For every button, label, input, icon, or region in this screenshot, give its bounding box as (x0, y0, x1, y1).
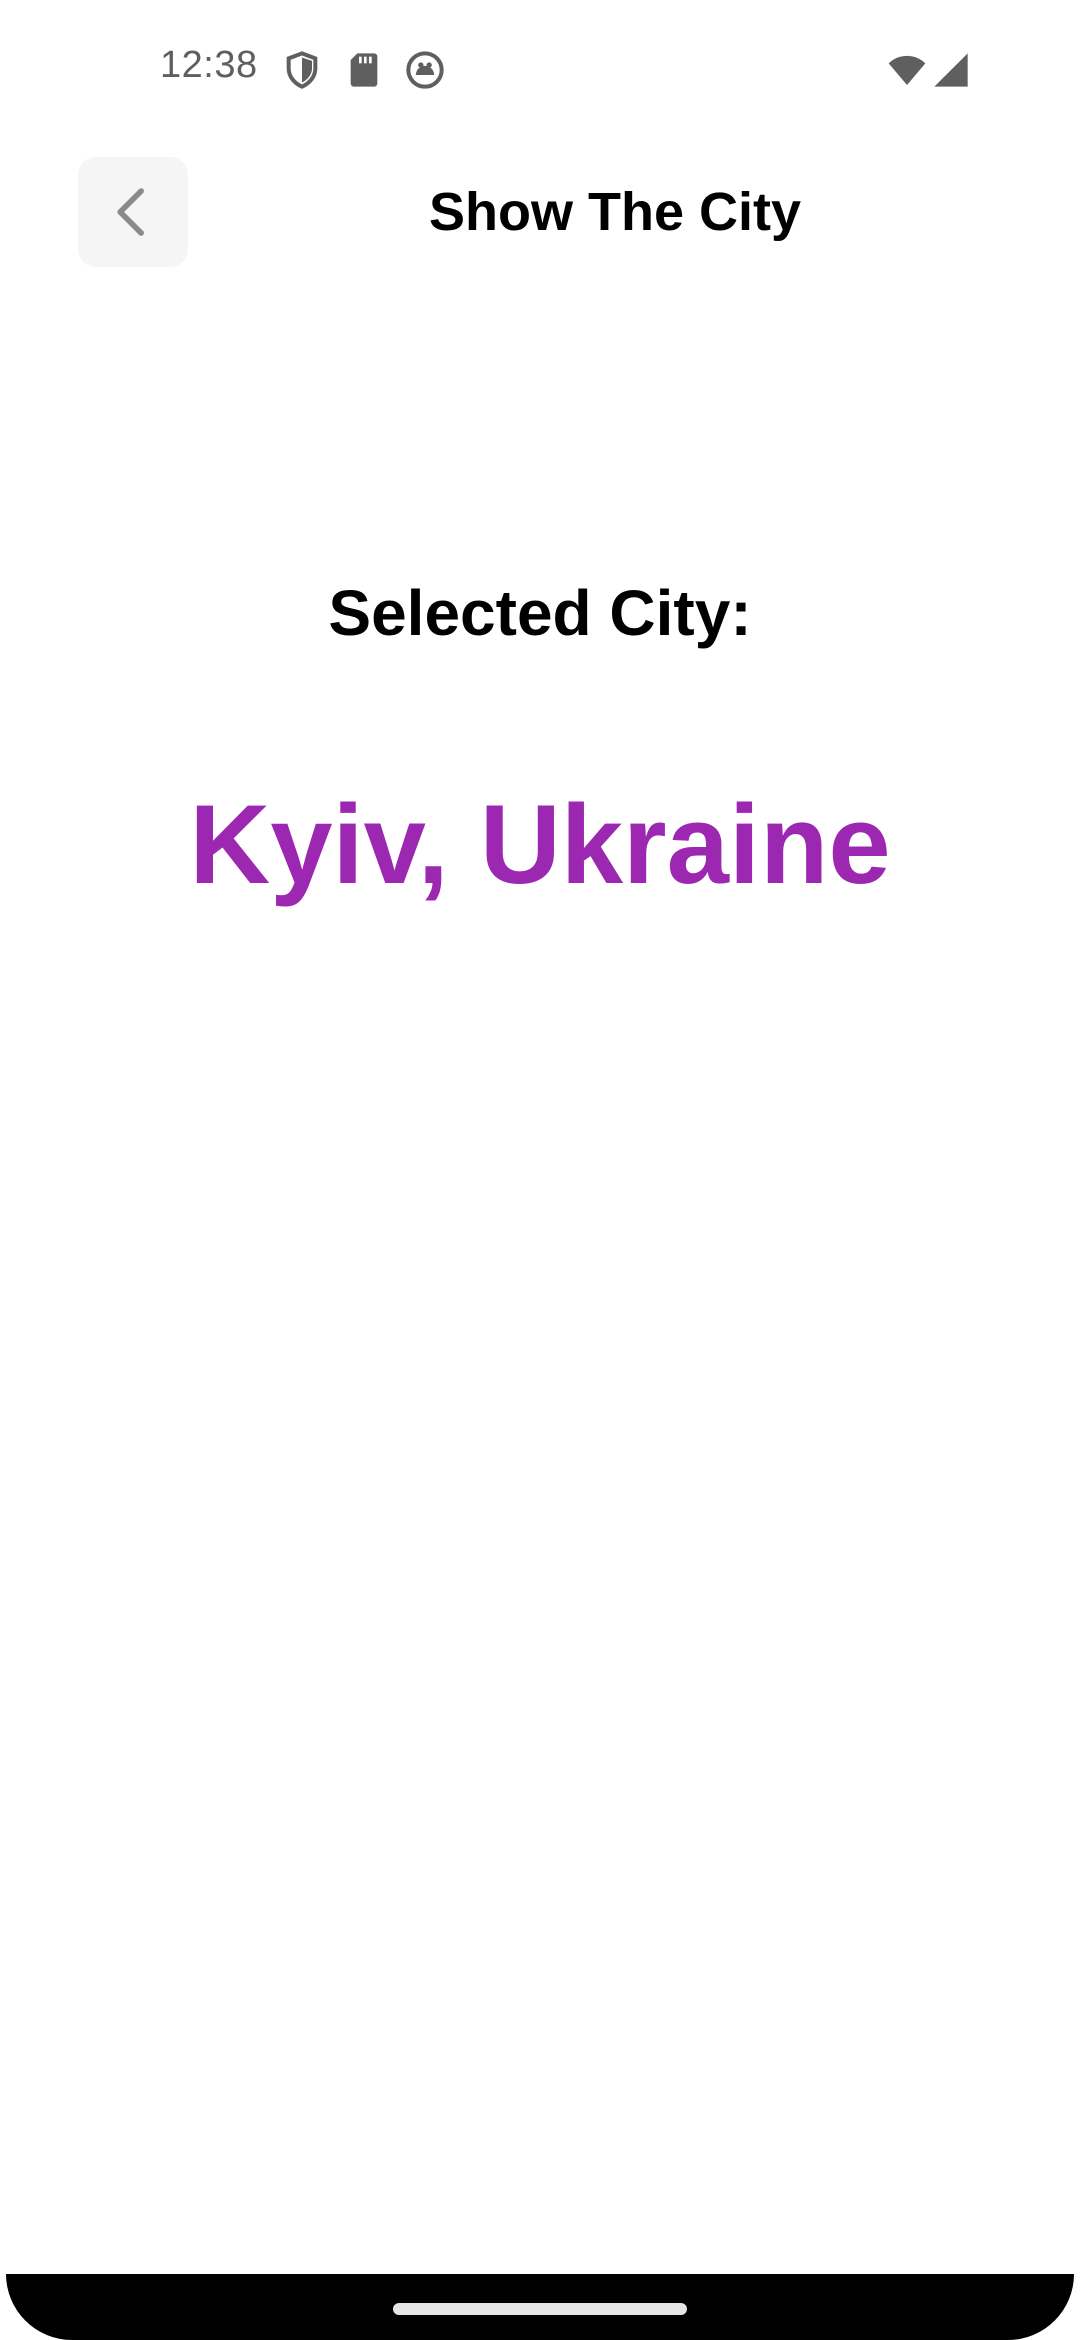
chevron-left-icon (117, 188, 144, 236)
back-button[interactable] (78, 157, 188, 267)
selected-city-value: Kyiv, Ukraine (189, 782, 891, 907)
sd-card-icon (344, 50, 384, 90)
wifi-icon (884, 50, 930, 90)
home-handle[interactable] (393, 2303, 687, 2315)
shield-icon (282, 50, 322, 90)
status-time: 12:38 (160, 44, 258, 86)
page-title: Show The City (428, 182, 801, 242)
android-face-icon (405, 50, 445, 90)
cellular-signal-icon (930, 50, 972, 90)
status-bar: 12:38 (0, 0, 1080, 140)
selected-city-label: Selected City: (328, 577, 752, 649)
